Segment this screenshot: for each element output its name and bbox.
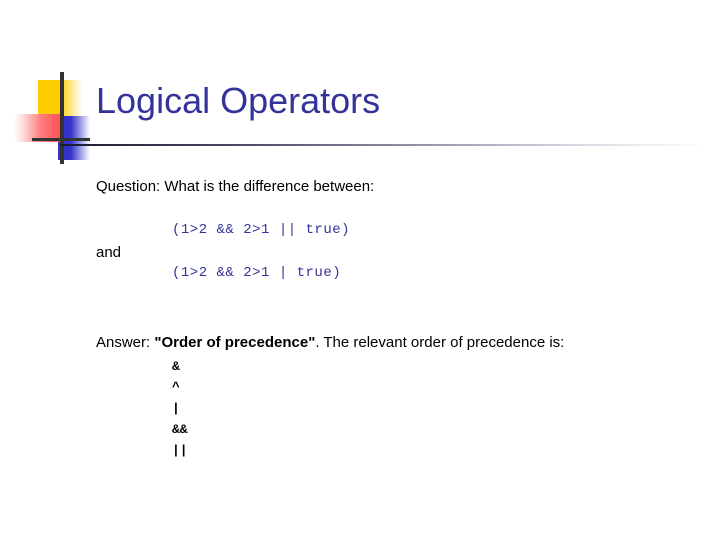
list-item: ^	[172, 380, 180, 396]
list-item: &&	[172, 422, 188, 438]
answer-text: Answer: "Order of precedence". The relev…	[96, 334, 696, 352]
expression-first: (1>2 && 2>1 || true)	[172, 222, 351, 238]
slide-content: Question: What is the difference between…	[96, 178, 696, 461]
expression-comparison-block: (1>2 && 2>1 || true) and (1>2 && 2>1 | t…	[96, 222, 696, 308]
slide-logo-mark	[14, 72, 92, 164]
answer-emphasis: "Order of precedence"	[154, 334, 316, 351]
answer-prefix: Answer:	[96, 334, 155, 351]
page-title: Logical Operators	[96, 80, 381, 121]
conjunction-label: and	[96, 244, 122, 261]
list-item: |	[172, 401, 180, 417]
logo-vertical-bar-icon	[60, 72, 64, 164]
list-item: ||	[172, 443, 188, 459]
question-text: Question: What is the difference between…	[96, 178, 375, 195]
precedence-list: & ^ | && ||	[172, 356, 696, 461]
expression-second: (1>2 && 2>1 | true)	[172, 265, 342, 281]
answer-suffix: . The relevant order of precedence is:	[315, 334, 565, 351]
list-item: &	[172, 359, 180, 374]
logo-horizontal-bar-icon	[32, 138, 90, 141]
title-divider	[60, 144, 708, 146]
